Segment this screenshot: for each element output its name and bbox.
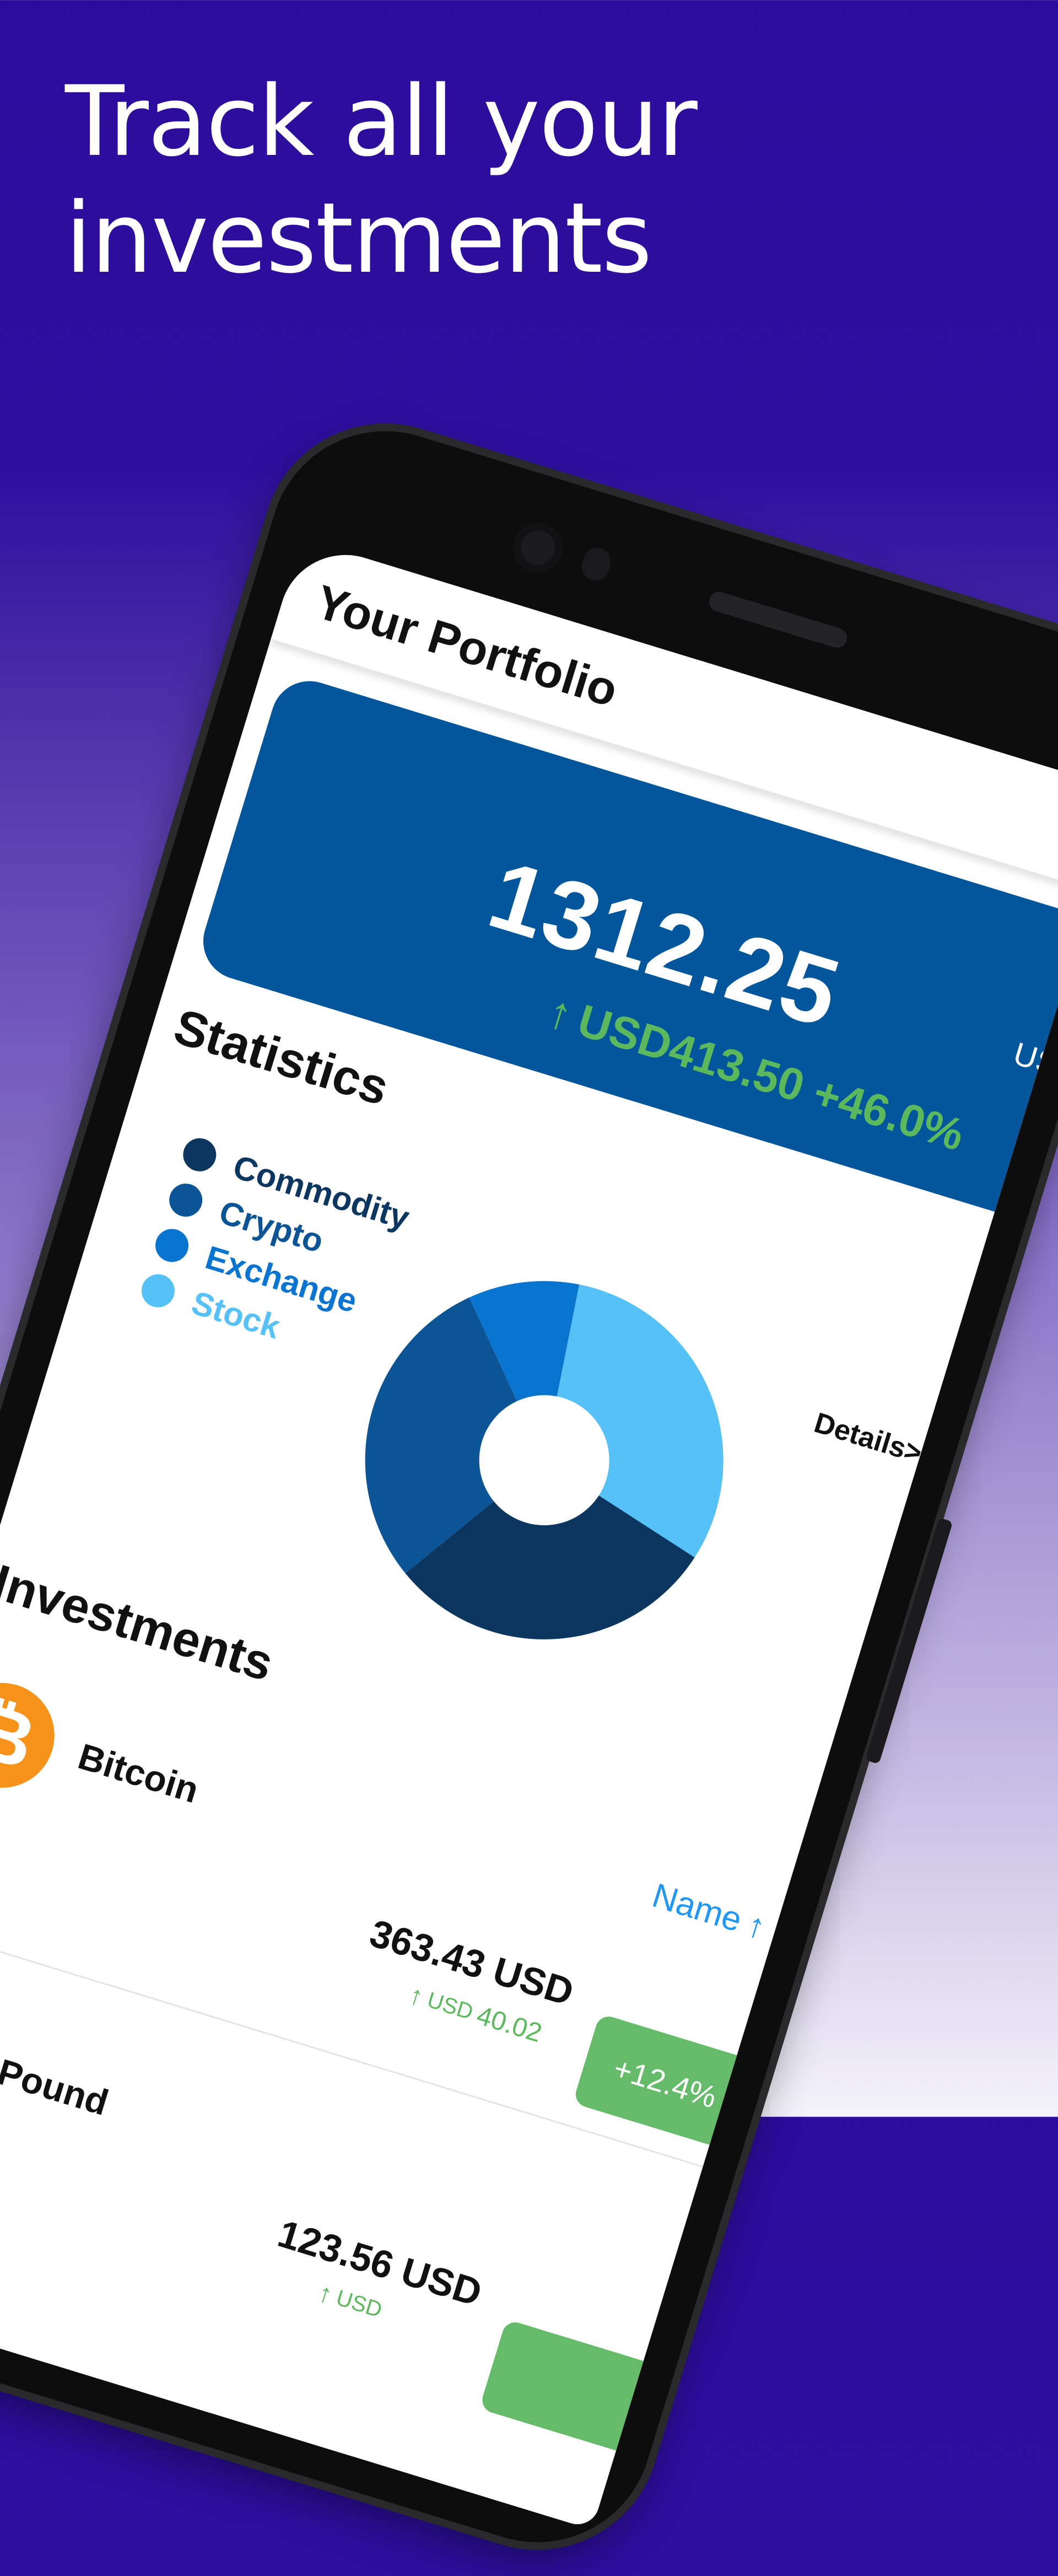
phone-body: Your Portfolio 1312.25 US ↑ USD413.50 +4… xyxy=(0,402,1058,2571)
investment-change-currency: USD xyxy=(333,2285,385,2322)
investment-name: Bitcoin xyxy=(73,1735,204,1811)
arrow-up-icon: ↑ xyxy=(542,986,579,1041)
bitcoin-icon: ₿ xyxy=(0,1670,68,1801)
front-camera-icon xyxy=(507,517,569,579)
investment-change-amount: 40.02 xyxy=(473,2000,546,2048)
percent-badge[interactable]: +12.4% xyxy=(573,2013,758,2152)
allocation-donut-chart[interactable] xyxy=(317,1233,771,1687)
investment-change-currency: USD xyxy=(424,1987,476,2025)
investment-name: British Pound xyxy=(0,2014,114,2123)
legend-dot-exchange xyxy=(151,1224,193,1266)
legend-dot-commodity xyxy=(179,1134,220,1176)
headline: Track all your investments xyxy=(65,63,892,297)
sensor-icon xyxy=(578,544,614,584)
legend-dot-crypto xyxy=(165,1179,207,1221)
arrow-up-icon: ↑ xyxy=(406,1980,427,2012)
headline-line-2: investments xyxy=(65,182,652,295)
arrow-up-icon: ↑ xyxy=(314,2278,336,2310)
percent-badge[interactable] xyxy=(479,2319,665,2457)
app-screen: Your Portfolio 1312.25 US ↑ USD413.50 +4… xyxy=(0,539,1058,2530)
chart-legend: Commodity Crypto Exchange Stock xyxy=(136,1127,415,1378)
details-link[interactable]: Details> xyxy=(811,1406,926,1470)
earpiece-speaker xyxy=(706,589,850,650)
legend-dot-stock xyxy=(137,1270,179,1312)
phone-mockup: Your Portfolio 1312.25 US ↑ USD413.50 +4… xyxy=(0,402,1058,2571)
headline-line-1: Track all your xyxy=(65,65,698,178)
portfolio-currency: US xyxy=(1009,1035,1058,1083)
